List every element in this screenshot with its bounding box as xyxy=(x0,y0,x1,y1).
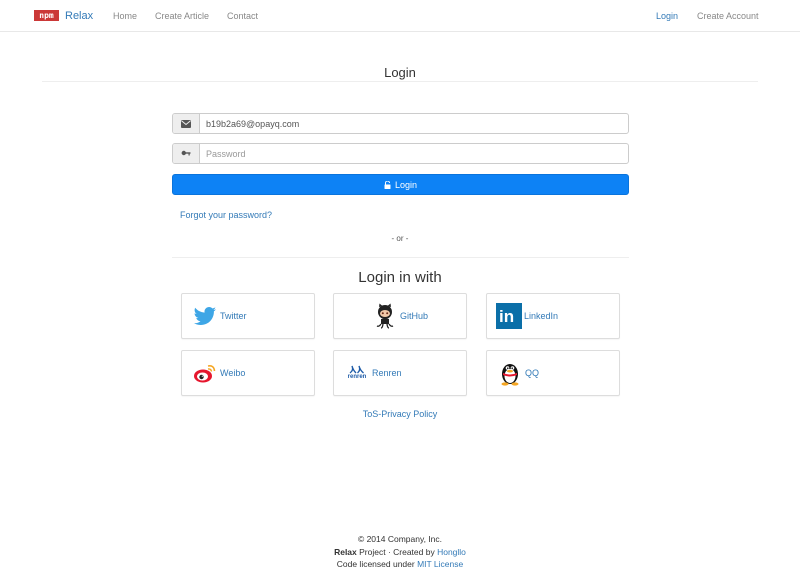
footer-project-line: Relax Project · Created by Hongllo xyxy=(0,546,800,559)
twitter-icon xyxy=(192,303,218,329)
navbar: npm Relax Home Create Article Contact Lo… xyxy=(0,0,800,32)
footer-copyright: © 2014 Company, Inc. xyxy=(357,534,443,544)
renren-label: Renren xyxy=(372,368,402,378)
github-login-button[interactable]: GitHub xyxy=(333,293,467,339)
twitter-label: Twitter xyxy=(220,311,247,321)
footer-license-line: Code licensed under MIT License xyxy=(0,558,800,571)
forgot-password-link[interactable]: Forgot your password? xyxy=(180,210,272,220)
unlock-icon xyxy=(384,180,391,189)
footer-project-name: Relax xyxy=(334,546,357,557)
or-separator: - or - xyxy=(391,234,409,243)
linkedin-login-button[interactable]: in LinkedIn xyxy=(486,293,620,339)
title-divider xyxy=(42,81,758,82)
renren-icon: renren xyxy=(344,360,370,386)
key-icon xyxy=(173,144,200,163)
password-field[interactable] xyxy=(200,144,628,163)
twitter-login-button[interactable]: Twitter xyxy=(181,293,315,339)
weibo-icon xyxy=(192,360,218,386)
linkedin-logo-text: in xyxy=(496,303,522,329)
email-input-group xyxy=(172,113,629,134)
nav-home-link[interactable]: Home xyxy=(113,11,137,21)
password-input-group xyxy=(172,143,629,164)
footer-project-text: Project · Created by xyxy=(356,546,438,557)
or-divider xyxy=(172,257,629,258)
footer-mit-license-link[interactable]: MIT License xyxy=(417,559,463,569)
social-login-heading: Login in with xyxy=(358,269,442,286)
qq-login-button[interactable]: QQ xyxy=(486,350,620,396)
linkedin-icon: in xyxy=(496,303,522,329)
brand-name[interactable]: Relax xyxy=(65,10,93,22)
envelope-icon xyxy=(173,114,200,133)
github-label: GitHub xyxy=(400,311,429,321)
renren-login-button[interactable]: renren Renren xyxy=(333,350,467,396)
nav-login-link[interactable]: Login xyxy=(656,11,678,21)
footer-license-text: Code licensed under xyxy=(336,559,418,569)
login-button-label: Login xyxy=(394,179,418,190)
footer-author-link[interactable]: Hongllo xyxy=(437,547,466,557)
qq-label: QQ xyxy=(525,368,540,378)
tos-privacy-link[interactable]: ToS-Privacy Policy xyxy=(0,409,800,419)
login-button[interactable]: Login xyxy=(172,174,629,195)
github-octocat-icon xyxy=(372,303,398,329)
nav-contact-link[interactable]: Contact xyxy=(227,11,258,21)
linkedin-label: LinkedIn xyxy=(524,311,559,321)
renren-logo-text: renren xyxy=(347,374,367,380)
weibo-label: Weibo xyxy=(220,368,246,378)
page-title: Login xyxy=(384,65,416,80)
nav-create-article-link[interactable]: Create Article xyxy=(155,11,209,21)
footer: © 2014 Company, Inc. Relax Project · Cre… xyxy=(0,533,800,571)
email-field[interactable] xyxy=(200,114,628,133)
nav-create-account-link[interactable]: Create Account xyxy=(697,11,759,21)
weibo-login-button[interactable]: Weibo xyxy=(181,350,315,396)
npm-logo[interactable]: npm xyxy=(34,10,59,21)
qq-penguin-icon xyxy=(497,360,523,386)
